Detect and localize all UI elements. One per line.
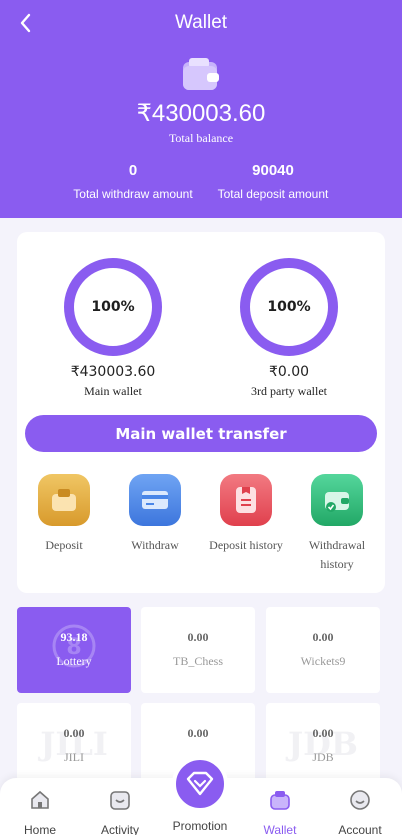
third-party-wallet-label: 3rd party wallet (251, 384, 327, 398)
third-party-wallet: 100% ₹0.00 3rd party wallet (214, 258, 364, 399)
withdrawal-history-button[interactable]: Withdrawal history (292, 474, 382, 574)
deposit-history-icon (220, 474, 272, 526)
total-balance-value: ₹430003.60 (136, 100, 266, 127)
deposit-history-button[interactable]: Deposit history (201, 474, 291, 555)
deposit-button[interactable]: Deposit (19, 474, 109, 555)
withdrawal-history-label: Withdrawal history (308, 538, 366, 571)
game-wallet-lottery[interactable]: 8 93.18 Lottery (17, 607, 131, 693)
wallet-card: 100% ₹430003.60 Main wallet 100% ₹0.00 3… (17, 232, 385, 593)
main-wallet-ring: 100% (64, 258, 162, 356)
tab-activity-label: Activity (100, 823, 139, 835)
deposit-label: Total deposit amount (217, 187, 329, 201)
game-wallet-name: Lottery (56, 654, 92, 668)
tab-wallet-label: Wallet (263, 823, 297, 835)
game-wallet-jili[interactable]: JILI 0.00 JILI (17, 703, 131, 789)
tab-promotion-label: Promotion (172, 819, 228, 833)
tab-promotion-button[interactable] (172, 756, 228, 812)
tab-wallet[interactable]: Wallet (245, 788, 315, 835)
diamond-icon (186, 771, 214, 796)
game-wallet-name: JILI (64, 750, 84, 764)
tab-activity[interactable]: Activity (85, 788, 155, 835)
game-wallet-name: Wickets9 (300, 654, 346, 668)
deposit-icon (38, 474, 90, 526)
game-wallet-wickets9[interactable]: 0.00 Wickets9 (266, 607, 380, 693)
withdraw-label: Withdraw (131, 538, 179, 552)
tab-home[interactable]: Home (5, 788, 75, 835)
wallet-tab-icon (270, 791, 290, 810)
withdraw-label: Total withdraw amount (73, 187, 193, 201)
game-wallet-amount: 0.00 (312, 630, 334, 644)
main-wallet-label: Main wallet (84, 384, 142, 398)
wallet-header: Wallet ₹430003.60 Total balance 0 Total … (0, 0, 402, 218)
main-wallet-transfer-button[interactable]: Main wallet transfer (25, 415, 377, 452)
game-wallet-amount: 0.00 (187, 630, 209, 644)
deposit-history-label: Deposit history (209, 538, 283, 552)
activity-icon (110, 791, 130, 810)
game-wallet-amount: 93.18 (60, 630, 88, 644)
deposit-stat: 90040 Total deposit amount (193, 162, 353, 201)
page-title: Wallet (174, 12, 228, 33)
home-icon (31, 790, 49, 809)
game-wallet-name: TB_Chess (172, 654, 223, 668)
main-wallet-amount: ₹430003.60 (70, 364, 156, 380)
game-wallet-amount: 0.00 (312, 726, 334, 740)
game-wallet-amount: 0.00 (63, 726, 85, 740)
main-wallet: 100% ₹430003.60 Main wallet (38, 258, 188, 399)
withdraw-icon (129, 474, 181, 526)
game-wallet-jdb[interactable]: JDB 0.00 JDB (266, 703, 380, 789)
game-wallet-tb-chess[interactable]: 0.00 TB_Chess (141, 607, 255, 693)
account-icon (350, 790, 370, 810)
game-wallet-amount: 0.00 (187, 726, 209, 740)
withdrawal-history-icon (311, 474, 363, 526)
third-party-wallet-amount: ₹0.00 (268, 364, 310, 380)
tab-account-label: Account (338, 823, 382, 835)
third-party-wallet-ring: 100% (240, 258, 338, 356)
game-wallet-name: JDB (312, 750, 334, 764)
deposit-label: Deposit (45, 538, 83, 552)
withdraw-button[interactable]: Withdraw (110, 474, 200, 555)
withdraw-amount: 0 (128, 162, 138, 179)
tab-account[interactable]: Account (325, 788, 395, 835)
withdraw-stat: 0 Total withdraw amount (53, 162, 213, 201)
total-balance-label: Total balance (168, 131, 234, 145)
wallet-icon (183, 58, 219, 90)
tab-home-label: Home (23, 823, 56, 835)
deposit-amount: 90040 (252, 162, 294, 179)
